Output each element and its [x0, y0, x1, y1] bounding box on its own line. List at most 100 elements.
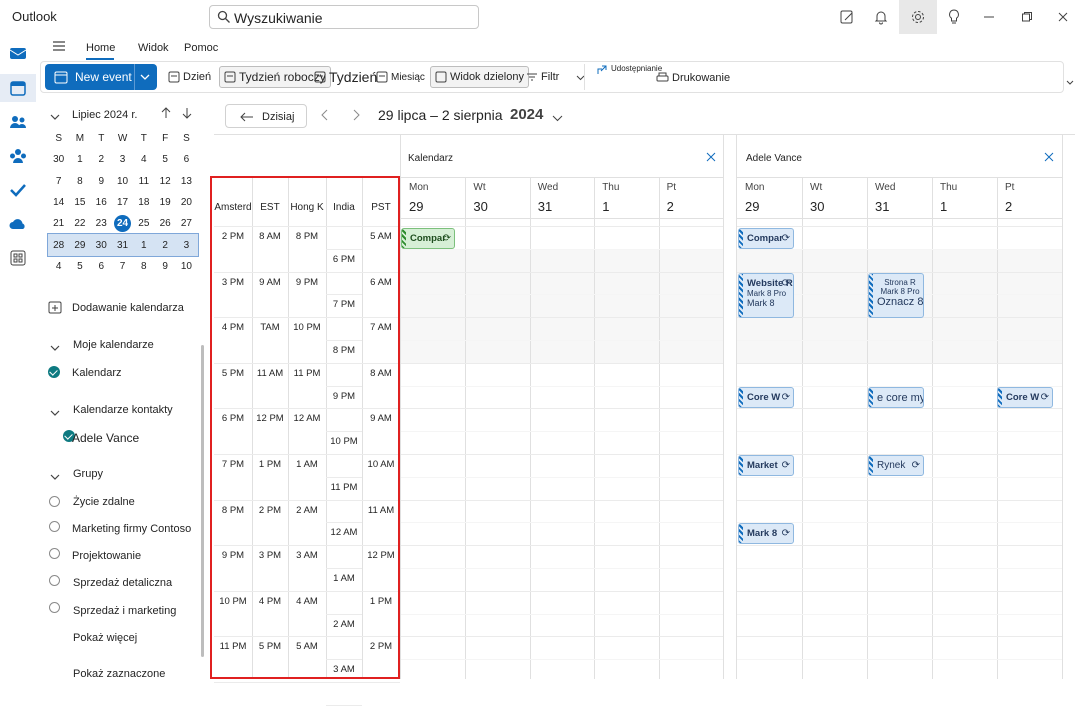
new-event-button[interactable]: New event [45, 64, 157, 90]
mini-cal-day[interactable]: 1 [69, 154, 90, 165]
calendar-event[interactable]: Core W ⟳ [997, 387, 1053, 408]
today-marker[interactable]: 24 [114, 215, 132, 233]
mini-cal-day[interactable]: 11 [133, 176, 154, 187]
next-week-chevron-icon[interactable] [351, 109, 361, 124]
mini-cal-day[interactable]: 26 [154, 218, 175, 229]
view-split-button[interactable]: Widok dzielony [430, 66, 529, 88]
day-header-date[interactable]: 1 [940, 199, 947, 214]
group-radio[interactable] [49, 548, 60, 559]
calendar-icon[interactable] [6, 76, 30, 100]
lightbulb-icon[interactable] [937, 5, 971, 29]
compose-note-icon[interactable] [830, 5, 864, 29]
mini-cal-day[interactable]: 9 [91, 176, 112, 187]
day-header-weekday[interactable]: Pt [667, 182, 676, 193]
mini-cal-day[interactable]: 2 [154, 240, 175, 251]
mini-cal-week-row[interactable]: 30 1 2 3 4 5 6 [48, 149, 198, 170]
day-header-weekday[interactable]: Thu [602, 182, 619, 193]
mini-cal-day[interactable]: 5 [154, 154, 175, 165]
mini-cal-day[interactable]: 19 [154, 197, 175, 208]
hamburger-menu-icon[interactable] [52, 40, 66, 55]
filter-button[interactable]: Filtr [526, 66, 585, 88]
close-icon[interactable] [1046, 5, 1075, 29]
mini-cal-week-row[interactable]: 14 15 16 17 18 19 20 [48, 192, 198, 213]
mini-cal-day[interactable]: 27 [176, 218, 197, 229]
prev-week-chevron-icon[interactable] [320, 109, 330, 124]
mini-cal-day[interactable]: 7 [48, 176, 69, 187]
mini-cal-day[interactable]: 14 [48, 197, 69, 208]
mini-cal-day[interactable]: 3 [176, 240, 197, 251]
group-item-sales-marketing[interactable]: Sprzedaż i marketing [73, 605, 176, 617]
share-button[interactable]: Udostępnianie [596, 64, 662, 86]
group-item-design[interactable]: Projektowanie [72, 550, 141, 562]
day-header-weekday[interactable]: Wed [875, 182, 895, 193]
onedrive-cloud-icon[interactable] [6, 212, 30, 236]
chevron-down-icon[interactable] [50, 406, 60, 420]
mini-cal-day[interactable]: 7 [112, 261, 133, 272]
day-header-weekday[interactable]: Wt [810, 182, 822, 193]
mini-cal-day[interactable]: 3 [112, 154, 133, 165]
mini-cal-day[interactable]: 6 [176, 154, 197, 165]
chevron-down-icon[interactable] [50, 470, 60, 484]
group-radio[interactable] [49, 496, 60, 507]
mini-cal-day[interactable]: 16 [91, 197, 112, 208]
mini-cal-day[interactable]: 30 [48, 154, 69, 165]
mini-cal-week-row[interactable]: 21 22 23 24 25 26 27 [48, 213, 198, 234]
mini-cal-day[interactable]: 24 [112, 215, 133, 233]
people-icon[interactable] [6, 110, 30, 134]
mini-cal-day[interactable]: 8 [69, 176, 90, 187]
ribbon-expand-chevron-icon[interactable] [1066, 69, 1074, 88]
day-header-date[interactable]: 30 [810, 199, 824, 214]
show-more-link[interactable]: Pokaż więcej [73, 632, 137, 644]
day-header-weekday[interactable]: Wt [473, 182, 485, 193]
mini-cal-day[interactable]: 17 [112, 197, 133, 208]
today-button[interactable]: Dzisiaj [225, 104, 307, 128]
groups-header[interactable]: Grupy [73, 468, 103, 480]
mini-cal-collapse-icon[interactable] [50, 110, 60, 124]
my-calendars-header[interactable]: Moje kalendarze [73, 339, 154, 351]
group-item-remote[interactable]: Życie zdalne [73, 496, 135, 508]
settings-button[interactable] [899, 0, 937, 34]
tab-home[interactable]: Home [86, 42, 115, 54]
chevron-down-icon[interactable] [50, 341, 60, 355]
bell-icon[interactable] [864, 5, 898, 29]
view-month-button[interactable]: Miesiąc [376, 66, 425, 88]
mini-cal-day[interactable]: 21 [48, 218, 69, 229]
mini-cal-day[interactable]: 20 [176, 197, 197, 208]
calendar-item-adele[interactable]: Adele Vance [72, 431, 139, 445]
group-radio[interactable] [49, 602, 60, 613]
mini-cal-day[interactable]: 9 [154, 261, 175, 272]
day-header-date[interactable]: 31 [875, 199, 889, 214]
mini-cal-day[interactable]: 12 [154, 176, 175, 187]
mini-cal-day[interactable]: 5 [69, 261, 90, 272]
group-item-contoso[interactable]: Marketing firmy Contoso [72, 523, 191, 535]
print-button[interactable]: Drukowanie [656, 67, 730, 89]
mini-cal-day[interactable]: 23 [91, 218, 112, 229]
mini-cal-day[interactable]: 15 [69, 197, 90, 208]
arrow-down-icon[interactable] [181, 107, 193, 122]
group-radio[interactable] [49, 521, 60, 532]
mini-cal-day[interactable]: 30 [91, 240, 112, 251]
tab-view[interactable]: Widok [138, 42, 169, 54]
show-selected-link[interactable]: Pokaż zaznaczone [73, 668, 165, 680]
day-header-weekday[interactable]: Thu [940, 182, 957, 193]
calendar-event[interactable]: Compar ⟳ [401, 228, 455, 249]
day-header-date[interactable]: 30 [473, 199, 487, 214]
day-header-date[interactable]: 29 [409, 199, 423, 214]
view-day-button[interactable]: Dzień [168, 66, 211, 88]
groups-icon[interactable] [6, 144, 30, 168]
mail-icon[interactable] [6, 40, 30, 64]
group-radio[interactable] [49, 575, 60, 586]
calendar-event[interactable]: Core W ⟳ [738, 387, 794, 408]
calendar-event[interactable]: Compar ⟳ [738, 228, 794, 249]
calendar-event[interactable]: Rynek ⟳ [868, 455, 924, 476]
more-apps-icon[interactable] [6, 246, 30, 270]
mini-cal-week-row[interactable]: 4 5 6 7 8 9 10 [48, 256, 198, 277]
contact-calendars-header[interactable]: Kalendarze kontakty [73, 404, 173, 416]
minimize-icon[interactable] [972, 5, 1006, 29]
day-header-date[interactable]: 29 [745, 199, 759, 214]
day-header-date[interactable]: 31 [538, 199, 552, 214]
mini-cal-day[interactable]: 6 [91, 261, 112, 272]
mini-cal-day[interactable]: 28 [48, 240, 69, 251]
tab-help[interactable]: Pomoc [184, 42, 218, 54]
day-header-date[interactable]: 1 [602, 199, 609, 214]
